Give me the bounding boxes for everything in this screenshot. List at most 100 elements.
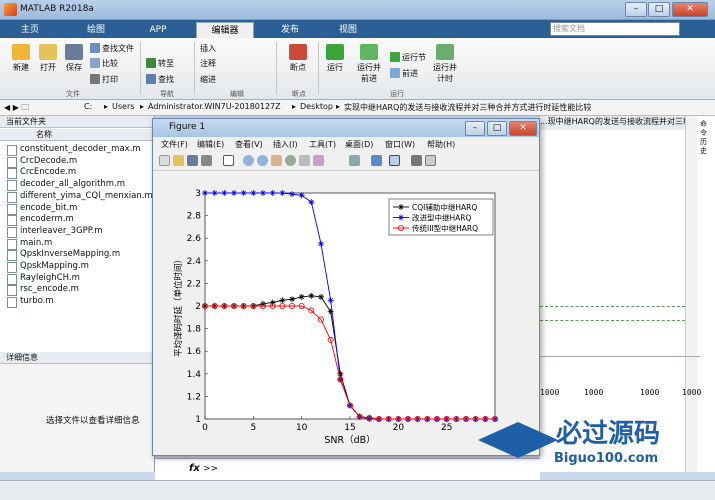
zoom-in-icon[interactable]	[243, 155, 254, 166]
figure-menu-item[interactable]: 查看(V)	[235, 139, 263, 150]
show-plot-tools-icon[interactable]	[425, 155, 436, 166]
tab-publish[interactable]: 发布	[268, 22, 312, 38]
maximize-button[interactable]: □	[648, 2, 670, 17]
file-list-item[interactable]: main.m	[6, 238, 52, 250]
y-tick-label: 2.4	[187, 257, 202, 267]
figure-window[interactable]: Figure 1 – □ ✕ 文件(F) 编辑(E) 查看(V) 插入(I) 工具(T)…	[152, 118, 540, 456]
find-button[interactable]: 查找	[146, 74, 174, 85]
breadcrumb[interactable]: Desktop	[300, 102, 333, 111]
watermark-url: Biguo100.com	[554, 451, 658, 466]
run-and-advance-button[interactable]: 运行并 前进	[352, 44, 386, 84]
watermark: 必过源码 Biguo100.com	[478, 419, 660, 466]
figure-menu-item[interactable]: 窗口(W)	[385, 139, 415, 150]
file-list-item[interactable]: encoderm.m	[7, 214, 74, 227]
group-run-label: 运行	[390, 90, 404, 98]
save-button[interactable]: 保存	[62, 44, 86, 73]
run-button[interactable]: 运行	[324, 44, 346, 73]
title-bar: MATLAB R2018a – □ ✕	[0, 0, 715, 20]
editor-tab[interactable]: ...现中继HARQ的发送与接收流程并对三种合并方式进行时...	[540, 116, 685, 130]
toolstrip-tabs: 主页 绘图 APP 编辑器 发布 视图 搜索文档	[0, 20, 715, 38]
goto-button[interactable]: 转至	[146, 58, 174, 69]
file-list-item[interactable]: RayleighCH.m	[7, 273, 80, 285]
file-list-item[interactable]: turbo.m	[7, 296, 54, 309]
search-docs-input[interactable]: 搜索文档	[550, 22, 680, 36]
brush-icon[interactable]	[313, 155, 324, 166]
find-files-button[interactable]: 查找文件	[90, 43, 134, 54]
open-button[interactable]: 打开	[36, 44, 60, 73]
breadcrumb[interactable]: Users	[112, 102, 134, 111]
new-figure-icon[interactable]	[159, 155, 170, 166]
advance-button[interactable]: 前进	[390, 68, 418, 79]
run-and-time-button[interactable]: 运行并 计时	[428, 44, 462, 84]
figure-menu-item[interactable]: 帮助(H)	[427, 139, 455, 150]
command-history-tab[interactable]: 命令历史	[700, 120, 712, 156]
x-tick-label: 25	[441, 423, 452, 433]
tab-home[interactable]: 主页	[8, 22, 52, 38]
comment-button[interactable]: 注释	[200, 58, 216, 69]
advance-icon	[390, 68, 400, 78]
figure-menu-item[interactable]: 插入(I)	[273, 139, 298, 150]
file-list-item[interactable]: decoder_all_algorithm.m	[6, 179, 125, 192]
rotate-icon[interactable]	[285, 155, 296, 166]
address-bar[interactable]: ◀ ▶ 🗀 C: ▸ Users ▸ Administrator.WIN7U-2…	[0, 100, 715, 116]
print-button[interactable]: 打印	[90, 74, 118, 85]
legend-icon[interactable]	[389, 155, 400, 166]
zoom-out-icon[interactable]	[257, 155, 268, 166]
details-message: 选择文件以查看详细信息	[46, 416, 140, 426]
file-list-item[interactable]: CrcDecode.m	[6, 156, 77, 168]
figure-close-button[interactable]: ✕	[509, 121, 537, 136]
fx-icon[interactable]: fx	[189, 463, 200, 474]
hide-plot-tools-icon[interactable]	[411, 155, 422, 166]
file-list-item[interactable]: encode_bit.m	[6, 203, 77, 215]
minimize-button[interactable]: –	[625, 2, 647, 17]
breadcrumb[interactable]: C:	[84, 102, 92, 111]
close-button[interactable]: ✕	[672, 2, 708, 17]
tab-view[interactable]: 视图	[326, 22, 370, 38]
workspace-value: 1000	[540, 388, 560, 397]
tab-apps[interactable]: APP	[136, 22, 180, 38]
run-section-icon	[390, 52, 400, 62]
print-icon[interactable]	[201, 155, 212, 166]
colorbar-icon[interactable]	[371, 155, 382, 166]
file-list-item[interactable]: interleaver_3GPP.m	[7, 226, 103, 238]
figure-menu-item[interactable]: 文件(F)	[161, 139, 188, 150]
breakpoints-button[interactable]: 断点	[284, 44, 312, 73]
file-list-item[interactable]: QpskInverseMapping.m	[6, 249, 120, 262]
breakpoint-icon	[289, 44, 307, 60]
open-icon[interactable]	[173, 155, 184, 166]
name-column-header[interactable]: 名称	[0, 129, 154, 141]
data-cursor-icon[interactable]	[299, 155, 310, 166]
figure-minimize-button[interactable]: –	[465, 121, 485, 136]
file-list-item[interactable]: different_yima_CQI_menxian.m	[7, 191, 153, 203]
figure-maximize-button[interactable]: □	[487, 121, 507, 136]
breadcrumb[interactable]: Administrator.WIN7U-20180127Z	[148, 102, 281, 111]
pan-icon[interactable]	[271, 155, 282, 166]
figure-menu-item[interactable]: 编辑(E)	[197, 139, 224, 150]
save-icon[interactable]	[187, 155, 198, 166]
figure-toolbar	[153, 151, 539, 171]
x-tick-label: 15	[344, 423, 355, 433]
indent-button[interactable]: 缩进	[200, 74, 216, 85]
compare-button[interactable]: 比较	[90, 58, 118, 69]
pointer-icon[interactable]	[223, 155, 234, 166]
figure-menu-item[interactable]: 工具(T)	[309, 139, 336, 150]
tab-editor[interactable]: 编辑器	[196, 22, 254, 38]
x-axis-label: SNR（dB）	[324, 434, 375, 446]
file-list-item[interactable]: CrcEncode.m	[6, 167, 76, 180]
file-list-item[interactable]: QpskMapping.m	[7, 261, 89, 273]
link-icon[interactable]	[349, 155, 360, 166]
file-list-item[interactable]: constituent_decoder_max.m	[7, 144, 141, 156]
app-title: MATLAB R2018a	[20, 4, 94, 14]
file-list-item[interactable]: rsc_encode.m	[7, 284, 79, 297]
tab-plots[interactable]: 绘图	[72, 22, 120, 38]
run-section-button[interactable]: 运行节	[390, 52, 426, 63]
details-title: 详细信息	[0, 352, 154, 364]
insert-button[interactable]: 插入	[200, 43, 216, 54]
details-panel: 详细信息 选择文件以查看详细信息	[0, 352, 155, 472]
new-button[interactable]: 新建	[8, 44, 34, 73]
run-icon	[326, 44, 344, 60]
figure-menu-item[interactable]: 桌面(D)	[345, 139, 373, 150]
back-arrow-icon[interactable]: ◀ ▶ 🗀	[4, 102, 29, 116]
breadcrumb[interactable]: 实现中继HARQ的发送与接收流程并对三种合并方式进行时延性能比较	[344, 102, 591, 113]
y-tick-label: 2.6	[187, 234, 202, 244]
